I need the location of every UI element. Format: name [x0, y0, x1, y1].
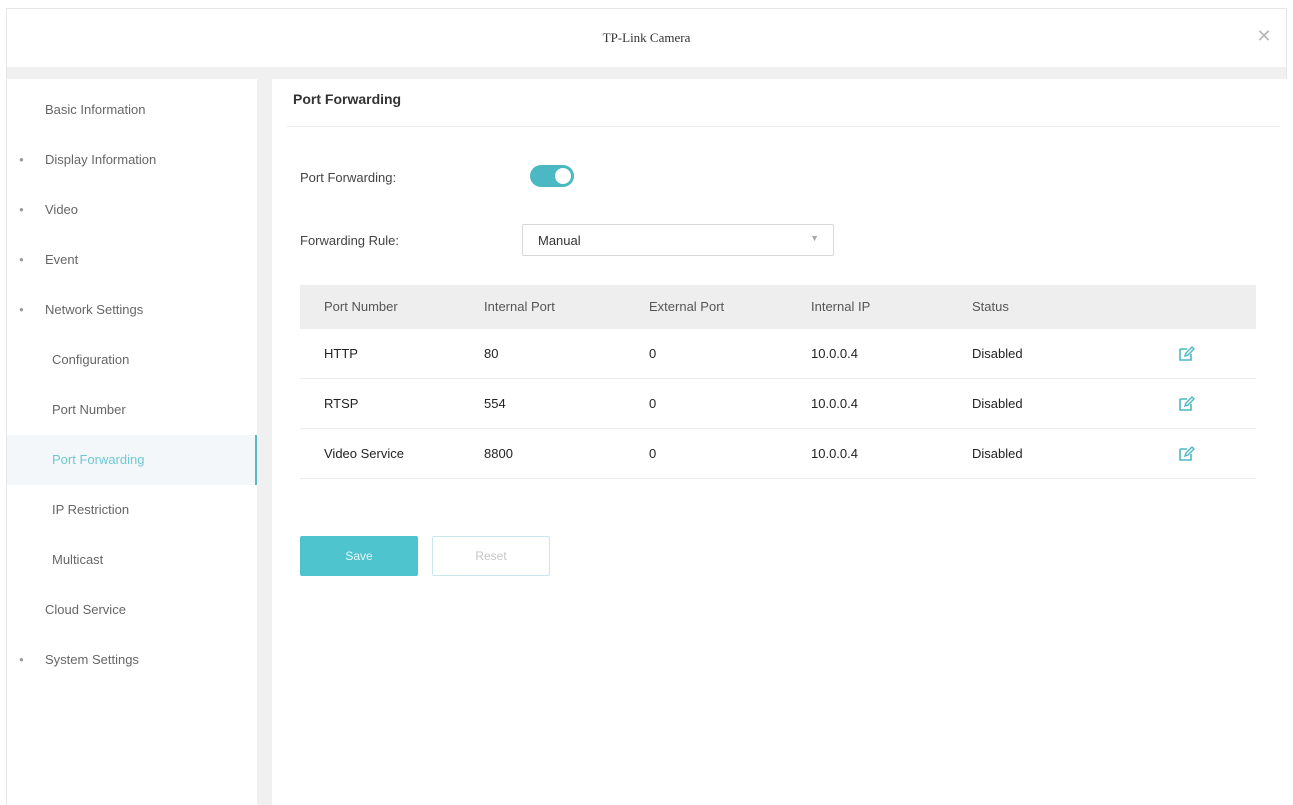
forwarding-rule-select[interactable]: Manual ▼: [522, 224, 834, 256]
sidebar-item-label: Event: [45, 252, 79, 267]
toggle-knob: [555, 168, 571, 184]
sidebar-item-label: Basic Information: [45, 102, 146, 117]
sidebar-item-cloud-service[interactable]: Cloud Service: [7, 585, 257, 635]
close-icon[interactable]: ✕: [1252, 24, 1276, 48]
cell-internal-ip: 10.0.0.4: [811, 396, 858, 411]
edit-icon[interactable]: [1177, 445, 1195, 463]
sidebar-item-ip-restriction[interactable]: IP Restriction: [7, 485, 257, 535]
cell-internal-ip: 10.0.0.4: [811, 446, 858, 461]
page-title: Port Forwarding: [293, 91, 402, 107]
cell-internal-port: 80: [484, 346, 499, 361]
window-title: TP-Link Camera: [602, 30, 691, 45]
sidebar: Basic Information ● Display Information …: [7, 79, 257, 805]
table-row: RTSP 554 0 10.0.0.4 Disabled: [300, 379, 1256, 429]
port-forwarding-toggle[interactable]: [530, 165, 574, 187]
cell-port-number: RTSP: [324, 396, 359, 411]
app-window: TP-Link Camera ✕ Basic Information ● Dis…: [6, 8, 1288, 805]
sidebar-item-system-settings[interactable]: ● System Settings: [7, 635, 257, 685]
bullet-icon: ●: [19, 255, 24, 264]
sidebar-item-port-forwarding[interactable]: Port Forwarding: [7, 435, 257, 485]
forwarding-rule-label: Forwarding Rule:: [300, 233, 399, 248]
save-button[interactable]: Save: [300, 536, 418, 576]
cell-external-port: 0: [649, 346, 657, 361]
cell-internal-port: 8800: [484, 446, 513, 461]
reset-button[interactable]: Reset: [432, 536, 550, 576]
sidebar-divider: [257, 79, 272, 805]
edit-icon[interactable]: [1177, 345, 1195, 363]
title-bar: TP-Link Camera ✕: [7, 9, 1286, 67]
cell-port-number: HTTP: [324, 346, 358, 361]
cell-external-port: 0: [649, 446, 657, 461]
sidebar-item-label: Port Forwarding: [52, 452, 145, 467]
bullet-icon: ●: [19, 655, 24, 664]
sidebar-item-label: Multicast: [52, 552, 104, 567]
sidebar-item-label: Display Information: [45, 152, 157, 167]
sidebar-item-configuration[interactable]: Configuration: [7, 335, 257, 385]
port-forwarding-table: Port Number Internal Port External Port …: [300, 285, 1256, 479]
sidebar-item-label: Network Settings: [45, 302, 144, 317]
bullet-icon: ●: [19, 305, 24, 314]
header-status: Status: [972, 299, 1009, 314]
sidebar-item-label: System Settings: [45, 652, 139, 667]
forwarding-rule-value: Manual: [538, 233, 581, 248]
sidebar-item-label: Configuration: [52, 352, 130, 367]
header-external-port: External Port: [649, 299, 725, 314]
header-internal-ip: Internal IP: [811, 299, 871, 314]
sidebar-item-label: Cloud Service: [45, 602, 126, 617]
main-panel: Port Forwarding Port Forwarding: Forward…: [272, 79, 1288, 805]
sidebar-item-label: Video: [45, 202, 79, 217]
table-row: Video Service 8800 0 10.0.0.4 Disabled: [300, 429, 1256, 479]
cell-external-port: 0: [649, 396, 657, 411]
chevron-down-icon: ▼: [810, 233, 819, 243]
cell-status: Disabled: [972, 346, 1023, 361]
cell-status: Disabled: [972, 446, 1023, 461]
edit-icon[interactable]: [1177, 395, 1195, 413]
cell-internal-ip: 10.0.0.4: [811, 346, 858, 361]
bullet-icon: ●: [19, 155, 24, 164]
header-internal-port: Internal Port: [484, 299, 555, 314]
sidebar-item-label: IP Restriction: [52, 502, 130, 517]
sidebar-item-basic-information[interactable]: Basic Information: [7, 85, 257, 135]
table-row: HTTP 80 0 10.0.0.4 Disabled: [300, 329, 1256, 379]
port-forwarding-label: Port Forwarding:: [300, 170, 397, 185]
bullet-icon: ●: [19, 205, 24, 214]
sidebar-item-port-number[interactable]: Port Number: [7, 385, 257, 435]
title-divider: [287, 126, 1280, 127]
sidebar-item-display-information[interactable]: ● Display Information: [7, 135, 257, 185]
sidebar-item-multicast[interactable]: Multicast: [7, 535, 257, 585]
table-header: Port Number Internal Port External Port …: [300, 285, 1256, 329]
cell-status: Disabled: [972, 396, 1023, 411]
sidebar-item-label: Port Number: [52, 402, 126, 417]
sidebar-item-network-settings[interactable]: ● Network Settings: [7, 285, 257, 335]
cell-port-number: Video Service: [324, 446, 404, 461]
sidebar-item-video[interactable]: ● Video: [7, 185, 257, 235]
header-port-number: Port Number: [324, 299, 398, 314]
top-divider: [7, 67, 1286, 79]
cell-internal-port: 554: [484, 396, 506, 411]
sidebar-item-event[interactable]: ● Event: [7, 235, 257, 285]
